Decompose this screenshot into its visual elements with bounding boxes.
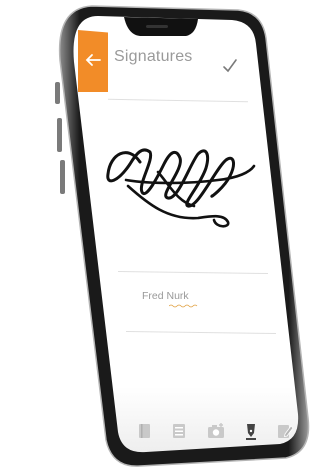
page-title: Signatures bbox=[114, 48, 193, 65]
app-screen: Signatures Fred Nurk bbox=[78, 14, 294, 454]
check-icon bbox=[223, 59, 237, 73]
pen-icon bbox=[246, 424, 256, 440]
phone-mockup: Signatures Fred Nurk bbox=[0, 0, 332, 470]
signature-divider bbox=[118, 270, 268, 275]
signature-drawing[interactable] bbox=[98, 124, 258, 234]
tab-camera[interactable] bbox=[206, 422, 230, 446]
tab-edit[interactable] bbox=[276, 422, 300, 446]
signer-name-text: Fred Nurk bbox=[142, 290, 189, 302]
tab-list[interactable] bbox=[170, 422, 194, 446]
camera-icon bbox=[208, 423, 224, 438]
spellcheck-underline bbox=[169, 304, 198, 308]
edit-icon bbox=[278, 425, 294, 438]
bottom-tab-bar bbox=[132, 422, 322, 456]
signer-name[interactable]: Fred Nurk bbox=[142, 290, 189, 302]
name-divider bbox=[126, 330, 276, 335]
tab-book[interactable] bbox=[136, 422, 160, 446]
book-icon bbox=[139, 424, 150, 438]
tab-signature[interactable] bbox=[242, 422, 266, 446]
header-divider bbox=[108, 98, 248, 103]
confirm-button[interactable] bbox=[222, 58, 240, 76]
back-button[interactable] bbox=[78, 30, 108, 92]
list-icon bbox=[173, 424, 185, 438]
arrow-left-icon bbox=[85, 50, 101, 73]
